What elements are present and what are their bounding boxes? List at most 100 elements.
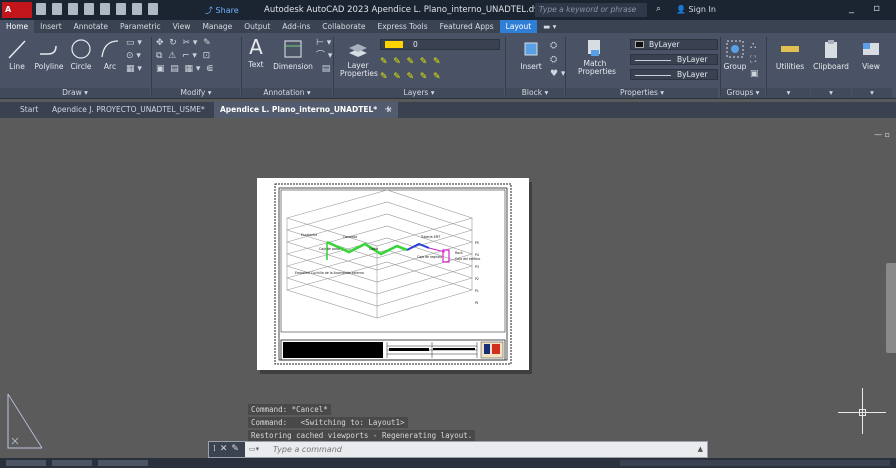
command-line: ⁞✕✎ ▭▾ ▲ bbox=[208, 441, 708, 458]
blue-pipe bbox=[406, 242, 430, 251]
command-input[interactable] bbox=[273, 443, 693, 456]
label-canaleta: Canaleta bbox=[343, 235, 357, 239]
layer-properties-button[interactable]: Layer Properties bbox=[340, 38, 378, 78]
tab-parametric[interactable]: Parametric bbox=[114, 20, 167, 33]
insert-block-button[interactable]: Insert bbox=[516, 38, 546, 71]
annotation-panel-label[interactable]: Annotation ▾ bbox=[242, 88, 332, 98]
block-small-tools[interactable]: ⛭ ⛭ ♥ ▾ bbox=[550, 39, 565, 81]
view-panel-label[interactable]: ▾ bbox=[852, 88, 892, 98]
drawing-sheet: Escalerilla Canaleta Tuberia EMT Cable C… bbox=[274, 183, 512, 365]
utilities-panel-label[interactable]: ▾ bbox=[767, 88, 810, 98]
annotation-small-tools[interactable]: ⊢ ▾ ⌒ ▾ ▤ bbox=[316, 37, 332, 76]
ribbon-options-icon[interactable]: ▬ ▾ bbox=[537, 20, 562, 33]
tab-view[interactable]: View bbox=[167, 20, 197, 33]
new-tab-button[interactable]: + bbox=[378, 102, 398, 118]
lineweight-dropdown[interactable]: ByLayer bbox=[630, 69, 718, 80]
new-file-icon[interactable] bbox=[36, 3, 46, 15]
view-button[interactable]: View bbox=[854, 38, 888, 71]
label-p5: P5 bbox=[475, 241, 479, 245]
circle-button[interactable]: Circle bbox=[67, 38, 95, 71]
tab-featured-apps[interactable]: Featured Apps bbox=[434, 20, 500, 33]
undo-icon[interactable] bbox=[132, 3, 142, 15]
doctab-plano-interno[interactable]: Apendice L. Plano_interno_UNADTEL* × bbox=[214, 102, 399, 118]
circle-label: Circle bbox=[70, 62, 92, 71]
draw-panel-label[interactable]: Draw ▾ bbox=[0, 88, 150, 98]
utilities-label: Utilities bbox=[775, 62, 805, 71]
plot-icon[interactable] bbox=[100, 3, 110, 15]
tab-insert[interactable]: Insert bbox=[34, 20, 68, 33]
clipboard-panel-label[interactable]: ▾ bbox=[811, 88, 851, 98]
color-dropdown[interactable]: ByLayer bbox=[630, 39, 718, 50]
tab-express-tools[interactable]: Express Tools bbox=[371, 20, 433, 33]
doctab-proyecto[interactable]: Apendice J. PROYECTO_UNADTEL_USME* bbox=[46, 102, 211, 118]
match-properties-button[interactable]: Match Properties bbox=[578, 38, 616, 76]
tab-layout[interactable]: Layout bbox=[499, 20, 538, 33]
group-small-tools[interactable]: ⛬ ⛶ ▣ bbox=[750, 39, 759, 81]
command-line-tools[interactable]: ⁞✕✎ bbox=[209, 442, 245, 457]
layer-properties-label: Layer Properties bbox=[340, 61, 378, 78]
search-input[interactable]: Type a keyword or phrase bbox=[535, 3, 647, 17]
viewport-controls[interactable]: — ▫ bbox=[874, 130, 890, 139]
redo-icon[interactable] bbox=[148, 3, 158, 15]
share-label: Share bbox=[215, 6, 239, 15]
clipboard-label: Clipboard bbox=[813, 62, 849, 71]
block-panel-label[interactable]: Block ▾ bbox=[506, 88, 564, 98]
print-icon[interactable] bbox=[116, 3, 126, 15]
label-p1: P1 bbox=[475, 289, 479, 293]
search-icon[interactable]: ⌕ bbox=[656, 4, 661, 14]
arc-button[interactable]: Arc bbox=[98, 38, 122, 71]
match-properties-icon bbox=[588, 40, 600, 56]
open-file-icon[interactable] bbox=[52, 3, 62, 15]
draw-small-tools[interactable]: ▭ ▾ ⊙ ▾ ▦ ▾ bbox=[126, 37, 142, 76]
window-controls[interactable]: _ ▫ bbox=[849, 3, 888, 14]
layout2-tab[interactable] bbox=[98, 460, 148, 466]
quick-access-toolbar bbox=[36, 3, 158, 17]
command-history-toggle[interactable]: ▲ bbox=[698, 445, 703, 453]
tab-home[interactable]: Home bbox=[0, 20, 35, 33]
save-as-icon[interactable] bbox=[84, 3, 94, 15]
groups-panel-label[interactable]: Groups ▾ bbox=[721, 88, 765, 98]
doctab-start[interactable]: Start bbox=[14, 102, 44, 118]
line-button[interactable]: Line bbox=[4, 38, 30, 71]
save-icon[interactable] bbox=[68, 3, 78, 15]
sign-in-button[interactable]: 👤 Sign In bbox=[676, 5, 716, 14]
command-history-line: Command: <Switching to: Layout1> bbox=[248, 417, 408, 428]
layer-state-icons bbox=[385, 41, 403, 48]
label-p4: P4 bbox=[475, 253, 479, 257]
command-prompt-icon[interactable]: ▭▾ bbox=[249, 445, 273, 454]
layer-tools[interactable]: ✎ ✎ ✎ ✎ ✎ ✎ ✎ ✎ ✎ ✎ bbox=[380, 55, 441, 85]
autocad-window: A CAD ⤴ Share Autodesk AutoCAD 2023 Apen… bbox=[0, 0, 896, 468]
group-label: Group bbox=[723, 62, 747, 71]
layer-dropdown[interactable]: 0 bbox=[380, 39, 500, 50]
modify-tools[interactable]: ✥ ↻ ✂ ▾ ✎ ⧉ ⚠ ⌐ ▾ ⊡ ▣ ▤ ▦ ▾ ⋐ bbox=[156, 37, 236, 76]
label-caja-registro: Caja de registro bbox=[417, 255, 442, 259]
text-icon: A bbox=[249, 35, 263, 59]
status-toggles[interactable] bbox=[620, 460, 890, 466]
autocad-logo[interactable]: A CAD bbox=[2, 2, 32, 30]
layout1-tab[interactable] bbox=[52, 460, 92, 466]
tab-manage[interactable]: Manage bbox=[196, 20, 238, 33]
modify-panel-label[interactable]: Modify ▾ bbox=[152, 88, 240, 98]
model-tab[interactable] bbox=[6, 460, 46, 466]
tab-collaborate[interactable]: Collaborate bbox=[316, 20, 371, 33]
text-button[interactable]: A Text bbox=[244, 36, 268, 69]
properties-panel-label[interactable]: Properties ▾ bbox=[566, 88, 718, 98]
polyline-button[interactable]: Polyline bbox=[32, 38, 66, 71]
tab-annotate[interactable]: Annotate bbox=[68, 20, 114, 33]
tab-add-ins[interactable]: Add-ins bbox=[276, 20, 316, 33]
utilities-button[interactable]: Utilities bbox=[770, 38, 810, 71]
line-icon bbox=[8, 40, 26, 59]
tab-output[interactable]: Output bbox=[238, 20, 276, 33]
layers-panel-label[interactable]: Layers ▾ bbox=[334, 88, 504, 98]
share-button[interactable]: ⤴ Share bbox=[205, 5, 239, 16]
layout-paper[interactable]: Escalerilla Canaleta Tuberia EMT Cable C… bbox=[257, 178, 529, 370]
status-bar bbox=[0, 458, 896, 468]
group-button[interactable]: Group bbox=[722, 38, 748, 71]
label-cable: Cable bbox=[369, 247, 378, 251]
line-label: Line bbox=[9, 62, 25, 71]
clipboard-button[interactable]: Clipboard bbox=[812, 38, 850, 71]
navigation-bar[interactable] bbox=[886, 263, 896, 353]
dimension-button[interactable]: Dimension bbox=[272, 38, 314, 71]
title-block-black-box bbox=[283, 342, 383, 358]
linetype-dropdown[interactable]: ByLayer bbox=[630, 54, 718, 65]
